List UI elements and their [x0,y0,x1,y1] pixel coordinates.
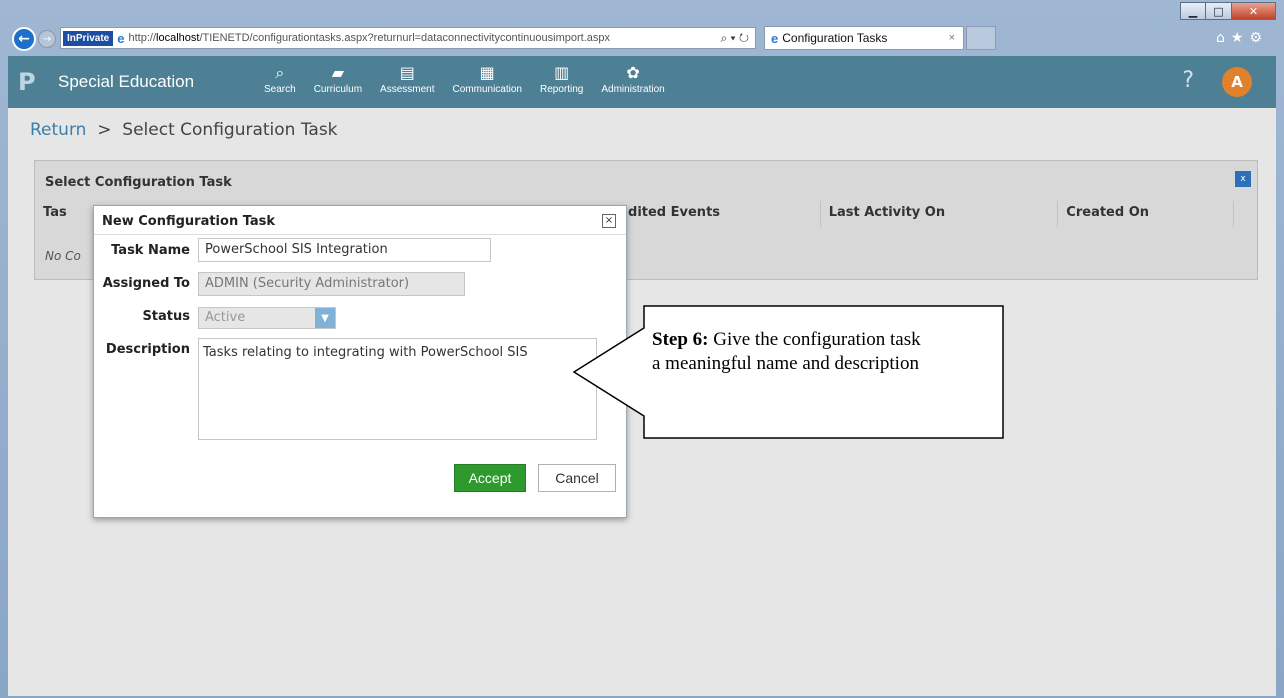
star-icon[interactable]: ★ [1231,30,1250,46]
no-records-text: No Co [45,249,81,263]
new-task-dialog: New Configuration Task × Task Name Power… [93,205,627,518]
tab-close-icon[interactable]: × [949,32,955,44]
tab-configuration-tasks[interactable]: e Configuration Tasks × [764,26,964,50]
column-task-name[interactable]: Tas [35,201,81,227]
tab-title: Configuration Tasks [782,31,888,45]
callout-line1: Give the configuration task [708,329,921,350]
task-name-label: Task Name [111,243,190,258]
window-controls: ▁ □ ✕ [1180,2,1276,20]
return-link[interactable]: Return [30,120,86,140]
search-icon: ⌕ [275,63,285,82]
browser-toolbar-icons[interactable]: ⌂★⚙ [1216,30,1268,46]
callout-line2: a meaningful name and description [652,353,919,374]
menu-label: Administration [601,84,665,95]
status-value: Active [205,310,246,325]
ie-icon: e [117,30,125,46]
new-tab-button[interactable] [966,26,996,50]
book-icon: ▰ [331,63,345,82]
dialog-divider [94,234,626,235]
dialog-close-icon[interactable]: × [602,214,616,228]
address-tools[interactable]: ⌕ ▾ ↻ [720,31,749,46]
callout-step: Step 6: [652,329,709,350]
home-icon[interactable]: ⌂ [1216,30,1231,46]
column-end [1233,201,1257,227]
callout-text: Step 6: Give the configuration task a me… [652,328,1002,376]
clipboard-icon: ▤ [399,63,415,82]
cancel-button[interactable]: Cancel [538,464,616,492]
message-icon: ▦ [479,63,495,82]
excel-export-icon[interactable]: x [1235,171,1251,187]
arrow-left-icon: ← [18,31,30,47]
menu-label: Curriculum [313,84,363,95]
main-menu: ⌕ Search ▰ Curriculum ▤ Assessment ▦ Com… [258,62,677,95]
menu-assessment[interactable]: ▤ Assessment [374,62,440,95]
close-window-button[interactable]: ✕ [1232,2,1276,20]
inprivate-badge: InPrivate [63,30,114,46]
avatar[interactable]: A [1222,67,1252,97]
gear-icon[interactable]: ⚙ [1249,30,1268,46]
menu-label: Communication [452,84,522,95]
breadcrumb-current: Select Configuration Task [122,120,338,140]
task-name-input[interactable]: PowerSchool SIS Integration [198,238,491,262]
address-bar[interactable]: InPrivate e http://localhost/TIENETD/con… [60,27,756,49]
logo-icon[interactable]: P [18,69,40,95]
menu-communication[interactable]: ▦ Communication [447,62,528,95]
description-textarea[interactable]: Tasks relating to integrating with Power… [198,338,597,440]
panel-title: Select Configuration Task [45,175,232,190]
status-select[interactable]: Active ▼ [198,307,336,329]
menu-reporting[interactable]: ▥ Reporting [534,62,589,95]
gear-icon: ✿ [626,63,640,82]
accept-button[interactable]: Accept [454,464,526,492]
column-created-on[interactable]: Created On [1057,201,1233,227]
ie-icon: e [771,30,779,46]
minimize-button[interactable]: ▁ [1180,2,1206,20]
menu-administration[interactable]: ✿ Administration [595,62,670,95]
status-label: Status [142,309,190,324]
app-header: P Special Education ⌕ Search ▰ Curriculu… [8,56,1276,108]
address-row: ← → InPrivate e http://localhost/TIENETD… [8,24,1276,54]
breadcrumb: Return > Select Configuration Task [30,120,338,140]
menu-label: Assessment [380,84,435,95]
menu-label: Search [264,84,296,95]
back-button[interactable]: ← [12,27,36,51]
url-text: http://localhost/TIENETD/configurationta… [128,32,610,44]
column-last-activity[interactable]: Last Activity On [819,201,1058,227]
app-title[interactable]: Special Education [58,72,194,92]
column-edited-events[interactable]: dited Events [620,201,820,227]
breadcrumb-separator: > [97,120,112,140]
document-icon: ▥ [554,63,570,82]
chevron-down-icon[interactable]: ▼ [315,308,335,328]
menu-curriculum[interactable]: ▰ Curriculum [308,62,368,95]
menu-search[interactable]: ⌕ Search [258,62,302,95]
description-label: Description [105,342,190,357]
dialog-title: New Configuration Task [102,214,276,229]
menu-label: Reporting [539,84,584,95]
maximize-button[interactable]: □ [1206,2,1232,20]
assigned-to-field: ADMIN (Security Administrator) [198,272,465,296]
help-icon[interactable]: ? [1182,68,1194,93]
assigned-to-label: Assigned To [102,276,190,291]
forward-button[interactable]: → [38,30,56,48]
arrow-right-icon: → [42,33,52,45]
